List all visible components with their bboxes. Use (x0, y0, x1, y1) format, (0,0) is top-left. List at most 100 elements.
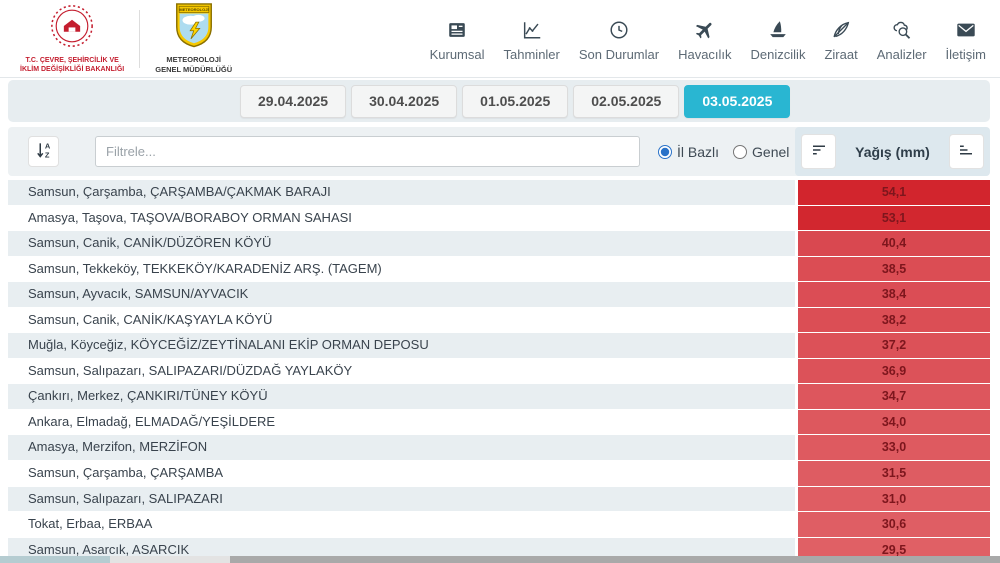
svg-text:A: A (44, 141, 50, 150)
mgm-shield-text: METEOROLOJİ (179, 7, 208, 12)
mgm-name-line2: GENEL MÜDÜRLÜĞÜ (155, 65, 233, 74)
radio-option-il-bazli[interactable]: İl Bazlı (658, 144, 719, 160)
rainfall-value: 38,4 (798, 282, 990, 307)
mgm-name-line1: METEOROLOJİ (166, 55, 221, 65)
mgm-logo[interactable]: METEOROLOJİ METEOROLOJİ GENEL MÜDÜRLÜĞÜ (155, 2, 232, 75)
station-name: Muğla, Köyceğiz, KÖYCEĞİZ/ZEYTİNALANI EK… (8, 333, 795, 358)
nav-item-label: Tahminler (503, 47, 560, 62)
station-name: Samsun, Salıpazarı, SALIPAZARI/DÜZDAĞ YA… (8, 358, 795, 384)
radio-label: Genel (752, 143, 790, 160)
site-header: T.C. ÇEVRE, ŞEHİRCİLİK VE İKLİM DEĞİŞİKL… (0, 0, 1000, 78)
ministry-logo[interactable]: T.C. ÇEVRE, ŞEHİRCİLİK VE İKLİM DEĞİŞİKL… (20, 3, 124, 74)
nav-item-denizcilik[interactable]: Denizcilik (750, 19, 806, 62)
clock-icon (608, 19, 630, 41)
nav-item-label: Son Durumlar (578, 47, 660, 62)
newspaper-icon (446, 19, 468, 41)
table-row: Samsun, Ayvacık, SAMSUN/AYVACIK 38,4 (8, 282, 990, 307)
envelope-icon (955, 19, 977, 41)
nav-item-havacilik[interactable]: Havacılık (678, 19, 732, 62)
nav-item-iletisim[interactable]: İletişim (946, 19, 986, 62)
table-row: Muğla, Köyceğiz, KÖYCEĞİZ/ZEYTİNALANI EK… (8, 333, 990, 358)
sort-descending-button[interactable] (801, 134, 836, 169)
sort-alpha-icon: A Z (34, 140, 54, 163)
ministry-name-line1: T.C. ÇEVRE, ŞEHİRCİLİK VE (25, 56, 119, 64)
table-row: Samsun, Canik, CANİK/DÜZÖREN KÖYÜ 40,4 (8, 231, 990, 256)
filter-input[interactable] (95, 136, 640, 167)
nav-item-label: Ziraat (824, 47, 858, 62)
radio-input-il-bazli[interactable] (658, 144, 672, 159)
rainfall-value: 31,0 (798, 486, 990, 512)
station-name: Samsun, Çarşamba, ÇARŞAMBA (8, 461, 795, 486)
station-name: Çankırı, Merkez, ÇANKIRI/TÜNEY KÖYÜ (8, 384, 795, 409)
station-name: Samsun, Canik, CANİK/DÜZÖREN KÖYÜ (8, 231, 795, 256)
date-tab-30-04-2025[interactable]: 30.04.2025 (351, 84, 458, 118)
sort-ascending-button[interactable] (948, 134, 984, 169)
table-row: Çankırı, Merkez, ÇANKIRI/TÜNEY KÖYÜ 34,7 (8, 384, 990, 409)
table-row: Samsun, Canik, CANİK/KAŞYAYLA KÖYÜ 38,2 (8, 307, 990, 333)
date-tabs-band: 29.04.2025 30.04.2025 01.05.2025 02.05.2025… (8, 80, 990, 122)
nav-item-label: Denizcilik (750, 47, 806, 62)
scrollbar-corner (0, 556, 110, 563)
logo-divider (139, 9, 141, 68)
station-name: Samsun, Canik, CANİK/KAŞYAYLA KÖYÜ (8, 307, 795, 333)
wheat-icon (830, 19, 852, 41)
nav-item-label: İletişim (945, 47, 986, 62)
table-row: Samsun, Salıpazarı, SALIPAZARI/DÜZDAĞ YA… (8, 358, 990, 384)
rainfall-value: 40,4 (798, 231, 990, 256)
rainfall-value: 53,1 (798, 205, 990, 231)
nav-item-ziraat[interactable]: Ziraat (824, 19, 858, 62)
rainfall-value: 38,5 (798, 256, 990, 282)
svg-text:Z: Z (44, 151, 49, 160)
station-table: Samsun, Çarşamba, ÇARŞAMBA/ÇAKMAK BARAJI… (8, 180, 990, 563)
nav-item-label: Kurumsal (429, 47, 485, 62)
date-tab-03-05-2025[interactable]: 03.05.2025 (684, 84, 791, 118)
ministry-emblem-icon (49, 3, 95, 54)
table-row: Samsun, Tekkeköy, TEKKEKÖY/KARADENİZ ARŞ… (8, 256, 990, 282)
station-name: Ankara, Elmadağ, ELMADAĞ/YEŞİLDERE (8, 409, 795, 435)
scrollbar-thumb[interactable] (230, 556, 1000, 563)
radio-label: İl Bazlı (677, 143, 720, 160)
nav-item-kurumsal[interactable]: Kurumsal (430, 19, 485, 62)
nav-item-analizler[interactable]: Analizler (877, 19, 927, 62)
table-row: Samsun, Çarşamba, ÇARŞAMBA/ÇAKMAK BARAJI… (8, 180, 990, 205)
table-row: Amasya, Merzifon, MERZİFON 33,0 (8, 435, 990, 460)
rainfall-value: 36,9 (798, 358, 990, 384)
sort-alphabetical-button[interactable]: A Z (28, 136, 59, 167)
date-tab-01-05-2025[interactable]: 01.05.2025 (462, 84, 569, 118)
date-tab-29-04-2025[interactable]: 29.04.2025 (240, 84, 347, 118)
search-cloud-icon (891, 19, 913, 41)
table-row: Tokat, Erbaa, ERBAA 30,6 (8, 512, 990, 537)
rainfall-value: 54,1 (798, 180, 990, 205)
sailboat-icon (767, 19, 789, 41)
station-name: Amasya, Merzifon, MERZİFON (8, 435, 795, 460)
sort-ascending-icon (957, 141, 975, 162)
rainfall-value: 31,5 (798, 461, 990, 486)
filter-band: A Z İl Bazlı Genel Yağış (mm) (8, 127, 990, 176)
sort-descending-icon (810, 141, 828, 162)
radio-option-genel[interactable]: Genel (733, 144, 789, 160)
radio-input-genel[interactable] (733, 144, 748, 159)
airplane-icon (694, 19, 716, 41)
value-column-label: Yağış (mm) (855, 143, 930, 160)
date-tab-02-05-2025[interactable]: 02.05.2025 (573, 84, 680, 118)
table-row: Ankara, Elmadağ, ELMADAĞ/YEŞİLDERE 34,0 (8, 409, 990, 435)
table-row: Samsun, Çarşamba, ÇARŞAMBA 31,5 (8, 461, 990, 486)
station-name: Samsun, Ayvacık, SAMSUN/AYVACIK (8, 282, 795, 307)
scope-radio-group: İl Bazlı Genel (658, 127, 789, 176)
station-name: Samsun, Çarşamba, ÇARŞAMBA/ÇAKMAK BARAJI (8, 180, 795, 205)
main-nav: Kurumsal Tahminler Son Durumlar Havacılık De… (430, 15, 986, 62)
nav-item-son-durumlar[interactable]: Son Durumlar (579, 19, 659, 62)
rainfall-value: 38,2 (798, 307, 990, 333)
logo-area: T.C. ÇEVRE, ŞEHİRCİLİK VE İKLİM DEĞİŞİKL… (20, 2, 232, 75)
nav-item-label: Analizler (876, 47, 927, 62)
station-name: Samsun, Salıpazarı, SALIPAZARI (8, 486, 795, 512)
rainfall-value: 30,6 (798, 512, 990, 537)
table-row: Samsun, Salıpazarı, SALIPAZARI 31,0 (8, 486, 990, 512)
station-name: Amasya, Taşova, TAŞOVA/BORABOY ORMAN SAH… (8, 205, 795, 231)
nav-item-label: Havacılık (678, 47, 732, 62)
line-chart-icon (521, 19, 543, 41)
horizontal-scrollbar (0, 556, 1000, 563)
nav-item-tahminler[interactable]: Tahminler (504, 19, 560, 62)
rainfall-value: 37,2 (798, 333, 990, 358)
station-name: Tokat, Erbaa, ERBAA (8, 512, 795, 537)
